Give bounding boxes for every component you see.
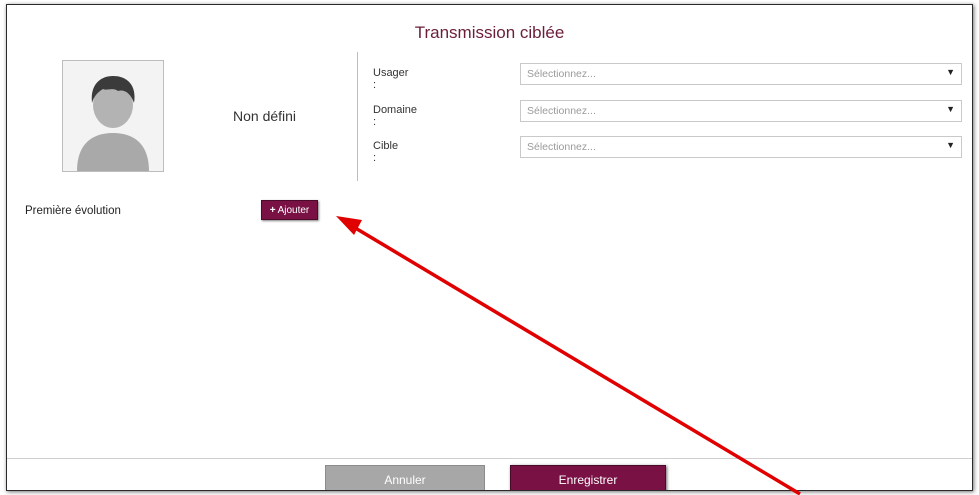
domaine-select[interactable]: Sélectionnez... ▼ bbox=[520, 100, 962, 122]
user-placeholder-icon bbox=[62, 60, 164, 172]
first-evolution-label: Première évolution bbox=[25, 205, 121, 217]
cible-label: Cible : bbox=[373, 140, 399, 164]
dialog-title: Transmission ciblée bbox=[414, 23, 565, 42]
usager-placeholder: Sélectionnez... bbox=[527, 68, 596, 80]
chevron-down-icon: ▼ bbox=[946, 140, 955, 150]
add-button-label: Ajouter bbox=[277, 204, 310, 216]
add-button[interactable]: + Ajouter bbox=[261, 200, 318, 220]
cible-placeholder: Sélectionnez... bbox=[527, 141, 596, 153]
plus-icon: + bbox=[269, 204, 276, 216]
usager-select[interactable]: Sélectionnez... ▼ bbox=[520, 63, 962, 85]
patient-name: Non défini bbox=[233, 108, 297, 124]
usager-label: Usager : bbox=[373, 67, 409, 91]
save-button-label: Enregistrer bbox=[558, 472, 618, 487]
chevron-down-icon: ▼ bbox=[946, 104, 955, 114]
footer-divider bbox=[7, 458, 972, 459]
transmission-dialog: Transmission ciblée Non défini Usager : … bbox=[6, 4, 973, 491]
vertical-divider bbox=[357, 52, 358, 181]
domaine-placeholder: Sélectionnez... bbox=[527, 105, 596, 117]
cible-select[interactable]: Sélectionnez... ▼ bbox=[520, 136, 962, 158]
domaine-label: Domaine : bbox=[373, 104, 418, 128]
cancel-button-label: Annuler bbox=[384, 472, 426, 487]
chevron-down-icon: ▼ bbox=[946, 67, 955, 77]
cancel-button[interactable]: Annuler bbox=[325, 465, 485, 490]
save-button[interactable]: Enregistrer bbox=[510, 465, 666, 490]
